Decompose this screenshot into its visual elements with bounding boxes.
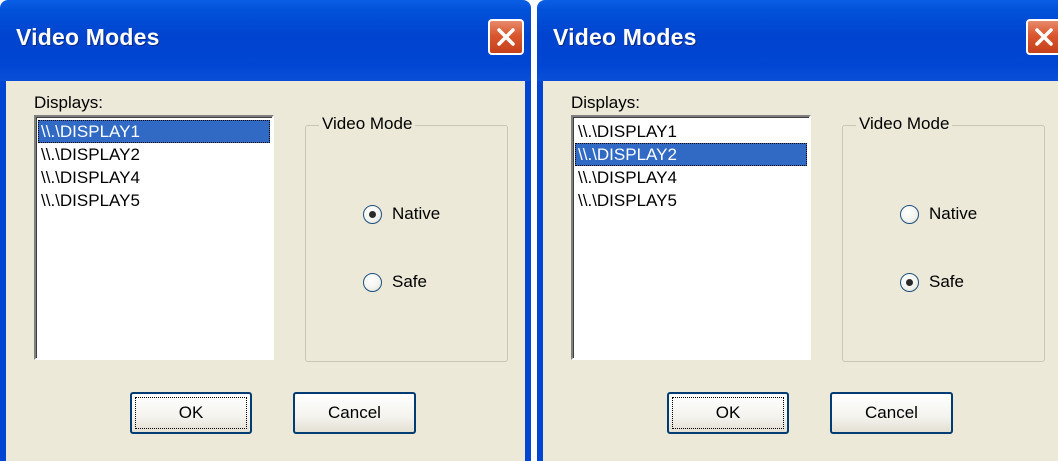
title-bar[interactable]: Video Modes — [537, 0, 1058, 81]
close-button[interactable] — [1026, 19, 1058, 55]
close-icon — [497, 28, 515, 46]
window-title: Video Modes — [16, 24, 160, 50]
radio-native-label[interactable]: Native — [392, 204, 440, 224]
displays-listbox[interactable]: \\.\DISPLAY1 \\.\DISPLAY2 \\.\DISPLAY4 \… — [34, 115, 274, 360]
radio-safe-button[interactable] — [363, 272, 382, 292]
display-item-display1[interactable]: \\.\DISPLAY1 — [575, 120, 807, 143]
radio-native-button[interactable] — [900, 204, 919, 224]
displays-listbox[interactable]: \\.\DISPLAY1 \\.\DISPLAY2 \\.\DISPLAY4 \… — [571, 115, 811, 360]
video-mode-group-label: Video Mode — [856, 114, 953, 134]
display-item-display5[interactable]: \\.\DISPLAY5 — [575, 189, 807, 212]
display-item-display2[interactable]: \\.\DISPLAY2 — [38, 143, 270, 166]
radio-native-button[interactable] — [363, 204, 382, 224]
window-title: Video Modes — [553, 24, 697, 50]
radio-native[interactable]: Native — [363, 204, 440, 224]
displays-label: Displays: — [34, 93, 103, 112]
display-item-display4[interactable]: \\.\DISPLAY4 — [575, 166, 807, 189]
dialog-body: Displays: \\.\DISPLAY1 \\.\DISPLAY2 \\.\… — [0, 81, 531, 461]
video-mode-group: Video Mode Native Safe — [305, 114, 508, 362]
radio-native[interactable]: Native — [900, 204, 977, 224]
radio-safe-label[interactable]: Safe — [392, 272, 427, 292]
video-modes-dialog-2: Video Modes Displays: \\.\DISPLAY1 \\.\D… — [537, 0, 1058, 461]
cancel-button[interactable]: Cancel — [293, 392, 416, 434]
display-item-display4[interactable]: \\.\DISPLAY4 — [38, 166, 270, 189]
close-button[interactable] — [488, 19, 524, 55]
close-icon — [1035, 28, 1053, 46]
video-mode-group-label: Video Mode — [319, 114, 416, 134]
radio-safe-button[interactable] — [900, 272, 919, 292]
radio-native-label[interactable]: Native — [929, 204, 977, 224]
ok-button[interactable]: OK — [130, 392, 252, 434]
displays-label: Displays: — [571, 93, 640, 112]
ok-button[interactable]: OK — [667, 392, 789, 434]
radio-safe[interactable]: Safe — [363, 272, 427, 292]
title-bar[interactable]: Video Modes — [0, 0, 531, 81]
dialog-body: Displays: \\.\DISPLAY1 \\.\DISPLAY2 \\.\… — [537, 81, 1058, 461]
cancel-button[interactable]: Cancel — [830, 392, 953, 434]
display-item-display5[interactable]: \\.\DISPLAY5 — [38, 189, 270, 212]
video-modes-dialog-1: Video Modes Displays: \\.\DISPLAY1 \\.\D… — [0, 0, 531, 461]
radio-safe[interactable]: Safe — [900, 272, 964, 292]
display-item-display1[interactable]: \\.\DISPLAY1 — [38, 120, 270, 143]
video-mode-group: Video Mode Native Safe — [842, 114, 1045, 362]
radio-safe-label[interactable]: Safe — [929, 272, 964, 292]
display-item-display2[interactable]: \\.\DISPLAY2 — [575, 143, 807, 166]
